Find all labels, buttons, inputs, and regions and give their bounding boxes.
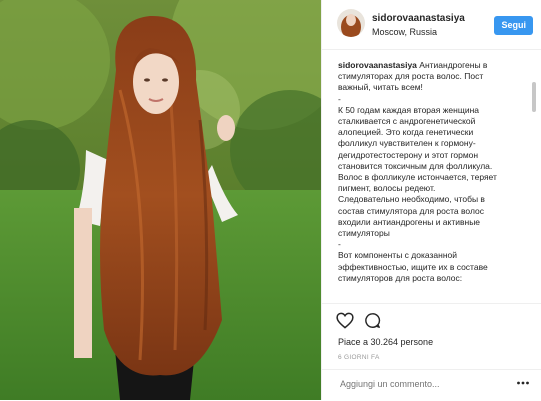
caption-line: - (338, 93, 341, 104)
caption-line: Антиандрогены в (419, 60, 488, 70)
likes-count[interactable]: Piace a 30.264 persone (338, 337, 433, 347)
photo-illustration (0, 0, 321, 400)
caption-scroll-area[interactable]: sidorovaanastasiya Антиандрогены в стиму… (322, 50, 532, 303)
instagram-post: sidorovaanastasiya Moscow, Russia Segui … (0, 0, 541, 400)
post-sidebar: sidorovaanastasiya Moscow, Russia Segui … (321, 0, 541, 400)
caption-line: сталкивается с андрогенетической (338, 116, 476, 127)
caption-username[interactable]: sidorovaanastasiya (338, 60, 417, 70)
caption-line: важный, читать всем! (338, 82, 423, 93)
caption-line: К 50 годам каждая вторая женщина (338, 104, 479, 115)
caption-line: Волос в фолликуле истончается, теряет (338, 172, 497, 183)
caption-line: - (338, 239, 341, 250)
comment-input[interactable] (338, 378, 512, 390)
post-actions: Piace a 30.264 persone 6 GIORNI FA (322, 303, 541, 361)
post-time[interactable]: 6 GIORNI FA (338, 354, 380, 361)
ellipsis-icon[interactable] (516, 376, 530, 395)
avatar[interactable] (337, 9, 365, 37)
caption-line: дегидротестостерону и этот гормон (338, 149, 479, 160)
caption-line: эффективностью, ищите их в составе (338, 261, 488, 272)
comment-bar (322, 369, 541, 401)
avatar-image (337, 9, 365, 37)
caption-line: стимуляторах для роста волос. Пост (338, 71, 484, 82)
caption-line: Следовательно необходимо, чтобы в (338, 194, 485, 205)
caption-line: фолликул чувствителен к гормону- (338, 138, 476, 149)
caption-scrollbar[interactable] (532, 82, 536, 112)
caption-line: алопецией. Это когда генетически (338, 127, 474, 138)
caption-line: состав стимулятора для роста волос (338, 205, 484, 216)
caption: sidorovaanastasiya Антиандрогены в стиму… (338, 60, 526, 284)
caption-line: стимуляторов для роста волос: (338, 272, 463, 283)
caption-line: Вот компоненты с доказанной (338, 250, 457, 261)
heart-icon[interactable] (336, 312, 354, 334)
caption-line: стимуляторы (338, 228, 390, 239)
follow-button[interactable]: Segui (494, 16, 533, 35)
header-location[interactable]: Moscow, Russia (372, 27, 437, 37)
caption-line: входили антиандрогены и активные (338, 216, 481, 227)
caption-line: пигмент, волосы редеют. (338, 183, 436, 194)
speech-bubble-icon[interactable] (364, 312, 381, 334)
post-header: sidorovaanastasiya Moscow, Russia Segui (322, 0, 541, 50)
header-username[interactable]: sidorovaanastasiya (372, 13, 465, 24)
caption-line: становится токсичным для фолликула. (338, 160, 493, 171)
post-photo[interactable] (0, 0, 321, 400)
